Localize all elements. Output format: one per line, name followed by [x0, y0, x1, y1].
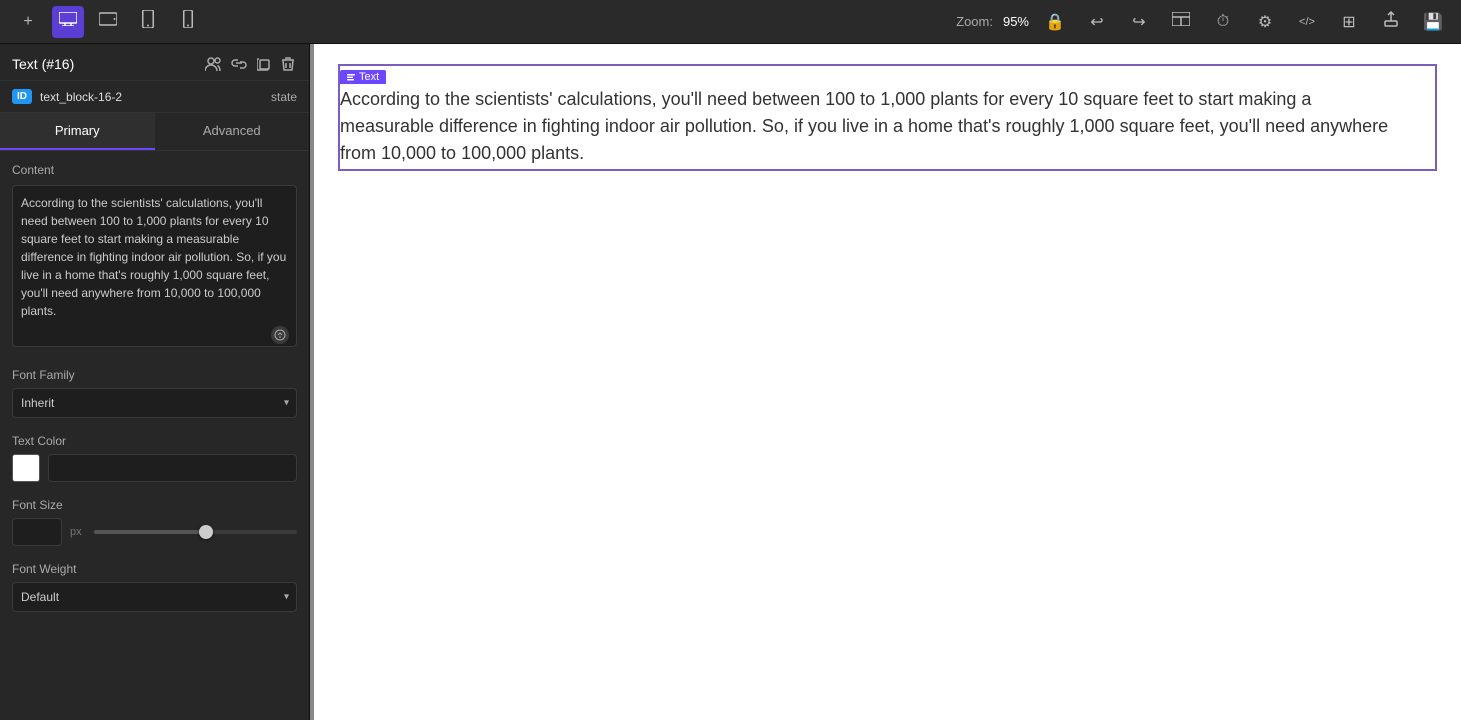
- content-label: Content: [12, 163, 297, 177]
- desktop-view-button[interactable]: [52, 6, 84, 38]
- redo-button[interactable]: ↪: [1123, 6, 1155, 38]
- color-value-input[interactable]: [48, 454, 297, 482]
- id-value: text_block-16-2: [40, 90, 263, 104]
- font-size-section: Font Size px: [12, 498, 297, 546]
- save-button[interactable]: 💾: [1417, 6, 1449, 38]
- tablet-portrait-icon: [142, 10, 154, 33]
- text-badge: Text: [340, 70, 386, 84]
- font-weight-select[interactable]: Default Normal Bold: [12, 582, 297, 612]
- timer-icon: ⏱: [1217, 13, 1229, 31]
- textarea-wrapper: According to the scientists' calculation…: [12, 185, 297, 352]
- code-button[interactable]: </>: [1291, 6, 1323, 38]
- canvas-content: Text According to the scientists' calcul…: [314, 44, 1461, 191]
- undo-icon: ↩: [1090, 12, 1103, 32]
- font-size-label: Font Size: [12, 498, 297, 512]
- font-family-select-wrapper: Inherit Arial Georgia Helvetica ▾: [12, 388, 297, 418]
- slider-row: px: [12, 518, 297, 546]
- tablet-landscape-icon: [99, 12, 117, 31]
- timer-button[interactable]: ⏱: [1207, 6, 1239, 38]
- content-section: Content According to the scientists' cal…: [12, 163, 297, 352]
- panel-actions: [203, 54, 297, 74]
- left-panel: Text (#16) ID text_block-16-2 state: [0, 44, 310, 720]
- text-block-selected[interactable]: Text According to the scientists' calcul…: [338, 64, 1437, 171]
- mobile-icon: [183, 10, 193, 33]
- text-color-section: Text Color: [12, 434, 297, 482]
- font-family-select[interactable]: Inherit Arial Georgia Helvetica: [12, 388, 297, 418]
- layout-button[interactable]: [1165, 6, 1197, 38]
- canvas-area[interactable]: Text According to the scientists' calcul…: [310, 44, 1461, 720]
- slider-fill: [94, 530, 206, 534]
- font-weight-select-wrapper: Default Normal Bold ▾: [12, 582, 297, 612]
- id-badge: ID: [12, 89, 32, 104]
- toolbar-right: Zoom: 95% 🔒 ↩ ↪ ⏱ ⚙ </> ⊞: [956, 6, 1449, 38]
- duplicate-button[interactable]: [255, 55, 273, 73]
- panel-content: Content According to the scientists' cal…: [0, 151, 309, 720]
- main-layout: Text (#16) ID text_block-16-2 state: [0, 44, 1461, 720]
- canvas-body-text: According to the scientists' calculation…: [340, 86, 1390, 167]
- toolbar-left: +: [12, 6, 204, 38]
- export-icon: [1383, 11, 1399, 32]
- font-size-input[interactable]: [12, 518, 62, 546]
- lock-icon: 🔒: [1045, 12, 1065, 32]
- panel-header: Text (#16): [0, 44, 309, 81]
- text-color-label: Text Color: [12, 434, 297, 448]
- content-textarea[interactable]: According to the scientists' calculation…: [12, 185, 297, 347]
- export-button[interactable]: [1375, 6, 1407, 38]
- plus-icon: +: [23, 13, 32, 31]
- layout-icon: [1172, 12, 1190, 31]
- lock-button[interactable]: 🔒: [1039, 6, 1071, 38]
- slider-thumb[interactable]: [199, 525, 213, 539]
- save-icon: 💾: [1423, 12, 1443, 32]
- settings-gear-button[interactable]: ⚙: [1249, 6, 1281, 38]
- font-size-unit: px: [70, 526, 86, 538]
- grid-icon: ⊞: [1342, 12, 1355, 32]
- add-button[interactable]: +: [12, 6, 44, 38]
- delete-button[interactable]: [279, 54, 297, 74]
- zoom-label: Zoom:: [956, 14, 993, 29]
- top-toolbar: + Zoom: 95% 🔒 ↩: [0, 0, 1461, 44]
- link-button[interactable]: [229, 55, 249, 73]
- tab-primary[interactable]: Primary: [0, 113, 155, 150]
- grid-button[interactable]: ⊞: [1333, 6, 1365, 38]
- panel-title: Text (#16): [12, 56, 74, 72]
- desktop-icon: [59, 12, 77, 31]
- panel-scroll-wrapper: Content According to the scientists' cal…: [0, 151, 309, 720]
- font-family-label: Font Family: [12, 368, 297, 382]
- redo-icon: ↪: [1132, 12, 1145, 32]
- font-size-slider[interactable]: [94, 530, 297, 534]
- code-icon: </>: [1299, 16, 1315, 28]
- gear-icon: ⚙: [1258, 12, 1272, 32]
- zoom-value: 95%: [1003, 14, 1029, 29]
- tablet-landscape-button[interactable]: [92, 6, 124, 38]
- font-weight-label: Font Weight: [12, 562, 297, 576]
- font-family-section: Font Family Inherit Arial Georgia Helvet…: [12, 368, 297, 418]
- state-label: state: [271, 90, 297, 104]
- tabs-row: Primary Advanced: [0, 113, 309, 151]
- canvas-inner: Text According to the scientists' calcul…: [314, 44, 1461, 720]
- users-button[interactable]: [203, 55, 223, 73]
- tab-advanced[interactable]: Advanced: [155, 113, 310, 150]
- color-row: [12, 454, 297, 482]
- text-badge-label: Text: [359, 71, 379, 83]
- id-row: ID text_block-16-2 state: [0, 81, 309, 113]
- tablet-portrait-button[interactable]: [132, 6, 164, 38]
- ai-assist-icon[interactable]: [271, 326, 289, 344]
- color-swatch[interactable]: [12, 454, 40, 482]
- font-weight-section: Font Weight Default Normal Bold ▾: [12, 562, 297, 612]
- undo-button[interactable]: ↩: [1081, 6, 1113, 38]
- mobile-button[interactable]: [172, 6, 204, 38]
